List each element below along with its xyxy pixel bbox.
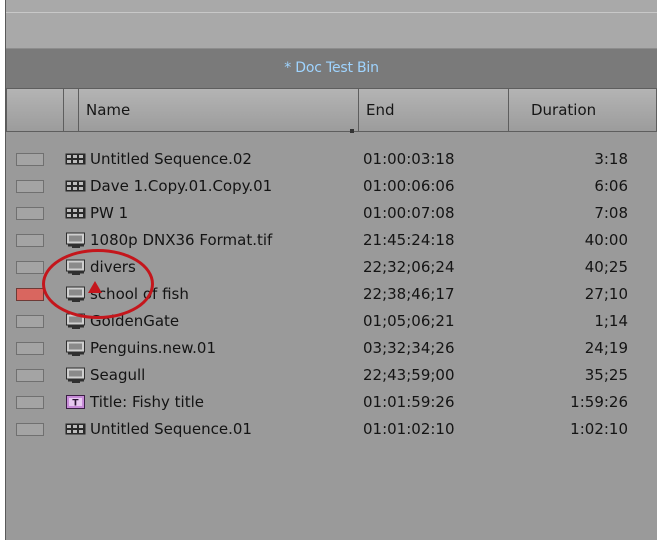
clip-row[interactable]: Seagull 22;43;59;00 35;25: [6, 362, 652, 389]
clip-row[interactable]: Dave 1.Copy.01.Copy.01 01:00:06:06 6:06: [6, 173, 652, 200]
column-header-duration[interactable]: Duration: [509, 89, 657, 131]
color-label-swatch[interactable]: [16, 369, 44, 382]
clip-end-timecode: 03;32;34;26: [363, 339, 455, 357]
clip-name[interactable]: Seagull: [90, 366, 145, 384]
clip-duration: 6:06: [594, 177, 628, 195]
clip-name[interactable]: Title: Fishy title: [90, 393, 204, 411]
clip-name[interactable]: PW 1: [90, 204, 128, 222]
clip-duration: 1:02:10: [570, 420, 628, 438]
clip-end-timecode: 01;05;06;21: [363, 312, 455, 330]
clip-name[interactable]: Untitled Sequence.01: [90, 420, 252, 438]
color-label-swatch[interactable]: [16, 315, 44, 328]
clip-duration: 24;19: [584, 339, 628, 357]
clip-name[interactable]: Penguins.new.01: [90, 339, 216, 357]
clip-end-timecode: 22;32;06;24: [363, 258, 455, 276]
clip-row[interactable]: Untitled Sequence.01 01:01:02:10 1:02:10: [6, 416, 652, 443]
clip-name[interactable]: Untitled Sequence.02: [90, 150, 252, 168]
color-label-swatch[interactable]: [16, 261, 44, 274]
clip-end-timecode: 22;43;59;00: [363, 366, 455, 384]
sequence-icon: [65, 178, 86, 194]
clip-end-timecode: 01:00:03:18: [363, 150, 455, 168]
clip-row[interactable]: Untitled Sequence.02 01:00:03:18 3:18: [6, 146, 652, 173]
clip-duration: 27;10: [584, 285, 628, 303]
clip-name[interactable]: 1080p DNX36 Format.tif: [90, 231, 272, 249]
clip-row[interactable]: T Title: Fishy title 01:01:59:26 1:59:26: [6, 389, 652, 416]
top-toolbar-strip: [6, 0, 657, 49]
master-clip-icon: [65, 367, 86, 383]
clip-end-timecode: 01:01:59:26: [363, 393, 455, 411]
sequence-icon: [65, 205, 86, 221]
title-icon: T: [65, 394, 86, 410]
clip-duration: 35;25: [584, 366, 628, 384]
bin-title-bar[interactable]: * Doc Test Bin: [6, 48, 657, 89]
clip-duration: 1:59:26: [570, 393, 628, 411]
master-clip-icon: [65, 340, 86, 356]
clip-duration: 7:08: [594, 204, 628, 222]
warning-triangle-icon: [88, 281, 102, 293]
clip-row[interactable]: Penguins.new.01 03;32;34;26 24;19: [6, 335, 652, 362]
sort-indicator: [350, 129, 354, 133]
clip-end-timecode: 01:01:02:10: [363, 420, 455, 438]
clip-name[interactable]: Dave 1.Copy.01.Copy.01: [90, 177, 272, 195]
color-label-swatch[interactable]: [16, 153, 44, 166]
clip-duration: 1;14: [594, 312, 628, 330]
color-label-swatch[interactable]: [16, 423, 44, 436]
clip-duration: 3:18: [594, 150, 628, 168]
color-label-swatch[interactable]: [16, 288, 44, 301]
svg-text:T: T: [72, 399, 79, 409]
column-header-icon[interactable]: [64, 89, 79, 131]
clip-duration: 40:00: [584, 231, 628, 249]
color-label-swatch[interactable]: [16, 396, 44, 409]
sequence-icon: [65, 151, 86, 167]
column-header-row: Name End Duration: [6, 88, 657, 133]
bin-title: * Doc Test Bin: [284, 60, 379, 76]
clip-end-timecode: 21:45:24:18: [363, 231, 455, 249]
clip-end-timecode: 01:00:07:08: [363, 204, 455, 222]
color-label-swatch[interactable]: [16, 234, 44, 247]
clip-end-timecode: 22;38;46;17: [363, 285, 455, 303]
color-label-swatch[interactable]: [16, 342, 44, 355]
column-header-end[interactable]: End: [359, 89, 509, 131]
clip-row[interactable]: PW 1 01:00:07:08 7:08: [6, 200, 652, 227]
color-label-swatch[interactable]: [16, 207, 44, 220]
clip-duration: 40;25: [584, 258, 628, 276]
column-header-color[interactable]: [7, 89, 64, 131]
column-header-name[interactable]: Name: [79, 89, 359, 131]
color-label-swatch[interactable]: [16, 180, 44, 193]
clip-end-timecode: 01:00:06:06: [363, 177, 455, 195]
master-clip-icon: [65, 232, 86, 248]
sequence-icon: [65, 421, 86, 437]
